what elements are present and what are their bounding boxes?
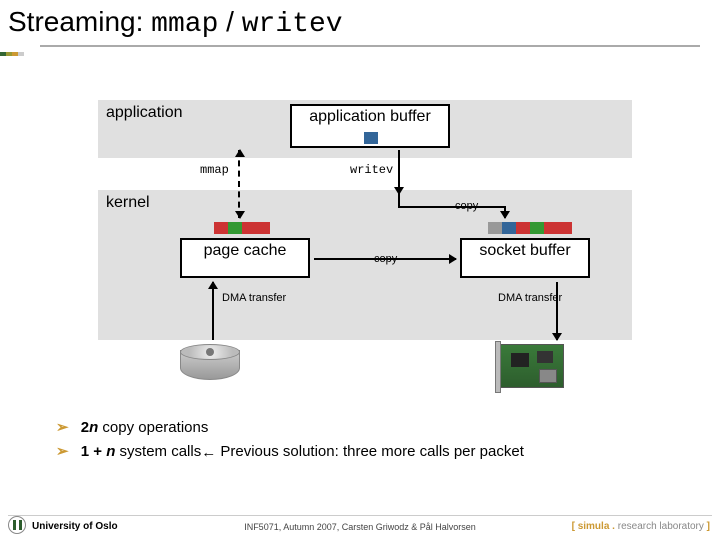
writev-arrow-down (398, 150, 400, 194)
copy-arrow-horizontal (314, 258, 456, 260)
bullet2-mid: system calls (115, 443, 201, 460)
bullet-1: ➢ 2n copy operations (56, 418, 524, 436)
disk-icon (180, 344, 240, 386)
title-code-writev: writev (242, 9, 343, 40)
dma-arrow-right (556, 282, 558, 340)
page-cache-box: page cache (180, 238, 310, 278)
left-arrow-icon: ← (201, 444, 216, 461)
title-plain: Streaming: (8, 6, 151, 37)
socket-buffer-label: socket buffer (479, 242, 570, 259)
nic-icon (500, 344, 564, 388)
bullet2-n: n (106, 443, 115, 460)
bullet-2: ➢ 1 + n system calls← Previous solution:… (56, 442, 524, 460)
bullet-list: ➢ 2n copy operations ➢ 1 + n system call… (56, 418, 524, 466)
bullet1-n: n (89, 419, 98, 436)
bullet-glyph-icon: ➢ (56, 419, 69, 436)
bullet1-2: 2 (81, 419, 89, 436)
slide-title: Streaming: mmap / writev (8, 6, 343, 40)
footer-rbracket: ] (704, 521, 710, 532)
page-cache-label: page cache (204, 242, 287, 259)
socket-buffer-chips (488, 222, 572, 234)
mmap-arrow-label: mmap (200, 163, 229, 177)
title-rule (40, 45, 700, 47)
dma-label-right: DMA transfer (498, 292, 562, 304)
title-slash: / (218, 6, 241, 37)
application-buffer-box: application buffer (290, 104, 450, 148)
title-accent-bars (0, 44, 40, 48)
application-label: application (106, 104, 183, 122)
bullet2-suffix: Previous solution: three more calls per … (216, 443, 524, 460)
dma-arrow-left (212, 282, 214, 340)
app-buffer-data-chip (364, 132, 378, 144)
bullet1-rest: copy operations (98, 419, 208, 436)
application-buffer-label: application buffer (309, 108, 431, 125)
footer-simula: [ simula . research laboratory ] (572, 521, 710, 532)
mmap-arrow (238, 150, 240, 218)
bullet2-prefix: 1 + (81, 443, 106, 460)
dma-label-left: DMA transfer (222, 292, 286, 304)
title-code-mmap: mmap (151, 9, 218, 40)
footer-lab: research laboratory (618, 521, 704, 532)
writev-arrow-label: writev (350, 163, 393, 177)
kernel-label: kernel (106, 194, 150, 212)
footer-dot: . (609, 521, 617, 532)
footer-rule (8, 515, 712, 516)
socket-buffer-box: socket buffer (460, 238, 590, 278)
bullet-glyph-icon: ➢ (56, 443, 69, 460)
footer-simula-word: simula (578, 521, 610, 532)
page-cache-chips (214, 222, 270, 234)
